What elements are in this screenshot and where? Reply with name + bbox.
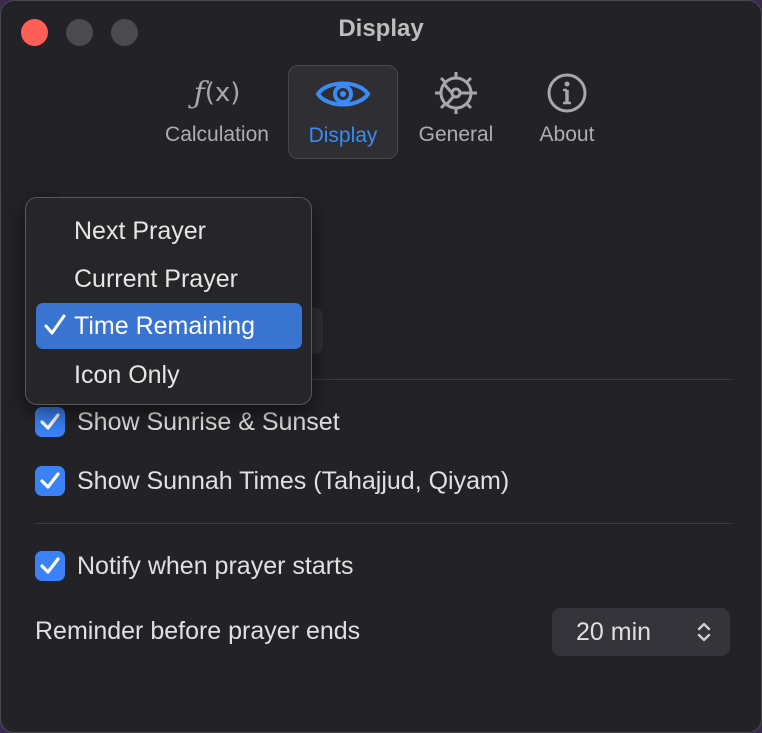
notify-prayer-starts-row[interactable]: Notify when prayer starts [35, 551, 354, 581]
tab-calculation[interactable]: ƒ (x) Calculation [149, 65, 285, 159]
menu-item-next-prayer[interactable]: Next Prayer [36, 208, 302, 254]
preferences-window: Display ƒ (x) Calculation Display Genera… [0, 0, 762, 733]
checkmark-icon [44, 314, 66, 335]
menu-item-label: Next Prayer [74, 216, 206, 245]
checkbox-checked[interactable] [35, 466, 65, 496]
tab-about[interactable]: About [517, 65, 617, 159]
function-icon-f: ƒ [193, 75, 205, 111]
tab-display[interactable]: Display [288, 65, 398, 159]
checkmark-icon [40, 472, 60, 489]
menu-item-label: Time Remaining [74, 311, 256, 340]
checkmark-icon [40, 557, 60, 574]
checkmark-icon [40, 413, 60, 430]
menubar-display-dropdown-menu: Next Prayer Current Prayer Time Remainin… [25, 197, 312, 405]
checkbox-label: Show Sunrise & Sunset [77, 407, 340, 436]
window-title: Display [338, 15, 424, 42]
reminder-label: Reminder before prayer ends [35, 617, 361, 645]
checkbox-label: Show Sunnah Times (Tahajjud, Qiyam) [77, 466, 510, 495]
tab-general[interactable]: General [401, 65, 511, 159]
tab-label: Calculation [165, 123, 269, 146]
menu-item-label: Icon Only [74, 360, 180, 389]
menu-item-label: Current Prayer [74, 264, 238, 293]
tab-label: General [418, 123, 494, 146]
gear-icon [433, 65, 479, 121]
checkbox-checked[interactable] [35, 551, 65, 581]
show-sunrise-sunset-row[interactable]: Show Sunrise & Sunset [35, 407, 340, 437]
menu-item-icon-only[interactable]: Icon Only [36, 352, 302, 398]
tab-label: Display [308, 124, 378, 147]
function-icon-x: (x) [204, 78, 241, 108]
show-sunnah-times-row[interactable]: Show Sunnah Times (Tahajjud, Qiyam) [35, 466, 509, 496]
divider [35, 523, 731, 524]
up-down-chevron-icon [697, 622, 711, 642]
checkbox-label: Notify when prayer starts [77, 551, 354, 580]
function-icon: ƒ (x) [194, 65, 241, 121]
menu-item-current-prayer[interactable]: Current Prayer [36, 256, 302, 302]
info-icon [546, 65, 588, 121]
menu-item-time-remaining[interactable]: Time Remaining [36, 303, 302, 349]
reminder-popup-button[interactable]: 20 min [552, 608, 730, 656]
tab-label: About [539, 123, 595, 146]
eye-icon [315, 66, 371, 122]
checkbox-checked[interactable] [35, 407, 65, 437]
reminder-value: 20 min [576, 617, 652, 646]
